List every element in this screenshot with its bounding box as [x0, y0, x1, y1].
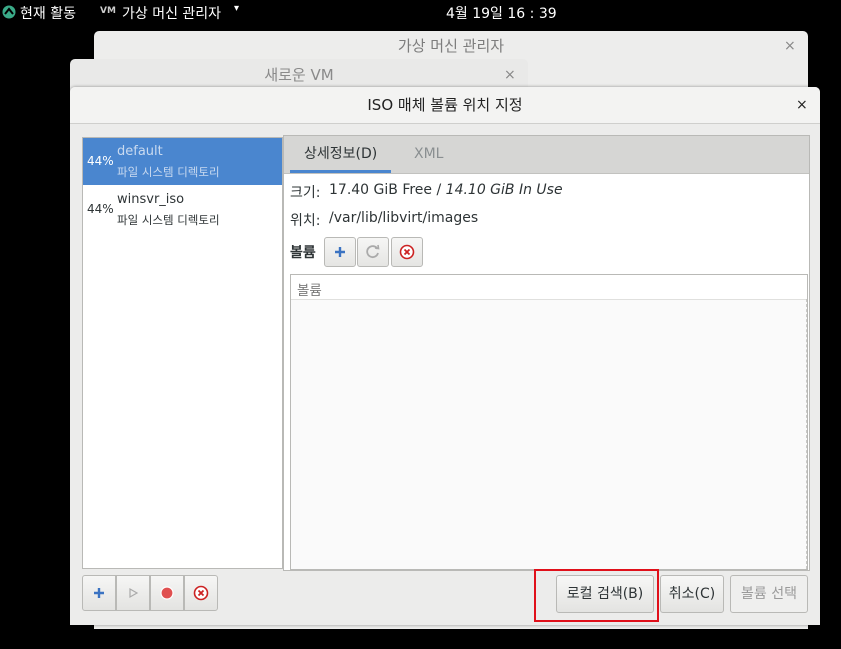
volume-column-label: 볼륨 — [297, 283, 322, 299]
table-edge — [806, 299, 807, 569]
location-value: /var/lib/libvirt/images — [329, 210, 479, 226]
pool-type: 파일 시스템 디렉토리 — [117, 165, 220, 179]
pool-item-default[interactable]: 44% default 파일 시스템 디렉토리 — [83, 138, 282, 185]
size-free: 17.40 GiB Free / — [329, 182, 446, 198]
tab-details[interactable]: 상세정보(D) — [290, 136, 392, 173]
plus-icon — [83, 576, 115, 610]
stop-pool-button[interactable] — [150, 575, 184, 611]
clock[interactable]: 4월 19일 16 : 39 — [446, 3, 557, 23]
volumes-label: 볼륨 — [290, 245, 316, 261]
dialog-title: ISO 매체 볼륨 위치 지정 — [70, 87, 820, 124]
iso-location-dialog: ISO 매체 볼륨 위치 지정 × 44% default 파일 시스템 디렉토… — [70, 87, 820, 625]
add-pool-button[interactable] — [82, 575, 116, 611]
size-in-use: 14.10 GiB In Use — [445, 182, 563, 198]
location-label: 위치: — [290, 213, 321, 229]
volume-column-header[interactable]: 볼륨 — [291, 275, 807, 300]
play-icon — [117, 576, 149, 610]
start-pool-button[interactable] — [116, 575, 150, 611]
details-content: 크기: 17.40 GiB Free / 14.10 GiB In Use 위치… — [284, 174, 809, 570]
refresh-icon — [358, 238, 388, 266]
stop-icon — [151, 576, 183, 610]
cancel-button[interactable]: 취소(C) — [660, 575, 724, 613]
tab-xml[interactable]: XML — [414, 136, 443, 173]
app-icon: VM — [100, 6, 116, 16]
pool-name: winsvr_iso — [117, 192, 185, 207]
dialog-close-icon[interactable]: × — [796, 87, 808, 123]
plus-icon — [325, 238, 355, 266]
storage-pool-list: 44% default 파일 시스템 디렉토리 44% winsvr_iso 파… — [82, 137, 283, 569]
pool-name: default — [117, 144, 163, 159]
pool-details-panel: 상세정보(D) XML 크기: 17.40 GiB Free / 14.10 G… — [283, 135, 810, 571]
refresh-volume-button[interactable] — [357, 237, 389, 267]
delete-icon — [392, 238, 422, 266]
pool-item-winsvr-iso[interactable]: 44% winsvr_iso 파일 시스템 디렉토리 — [83, 186, 282, 233]
tab-active-indicator — [290, 170, 392, 173]
highlight-box — [534, 569, 659, 622]
activities-button[interactable]: 현재 활동 — [20, 3, 76, 23]
delete-volume-button[interactable] — [391, 237, 423, 267]
pool-usage: 44% — [87, 154, 114, 168]
choose-volume-button[interactable]: 볼륨 선택 — [730, 575, 808, 613]
top-bar: 현재 활동 VM 가상 머신 관리자 ▾ 4월 19일 16 : 39 — [0, 0, 841, 24]
volume-table[interactable]: 볼륨 — [290, 274, 808, 570]
size-value: 17.40 GiB Free / 14.10 GiB In Use — [329, 182, 563, 198]
pool-type: 파일 시스템 디렉토리 — [117, 213, 220, 227]
new-vm-close-icon[interactable]: × — [504, 59, 516, 89]
main-window-title: 가상 머신 관리자 — [397, 37, 505, 55]
tab-xml-label: XML — [414, 146, 444, 162]
add-volume-button[interactable] — [324, 237, 356, 267]
new-vm-window-title: 새로운 VM — [264, 66, 334, 84]
os-logo-icon — [2, 5, 16, 19]
tab-details-label: 상세정보(D) — [304, 146, 378, 162]
delete-pool-button[interactable] — [184, 575, 218, 611]
app-menu-button[interactable]: 가상 머신 관리자 — [122, 3, 221, 23]
main-window-close-icon[interactable]: × — [784, 31, 796, 61]
chevron-down-icon[interactable]: ▾ — [234, 3, 239, 14]
delete-icon — [185, 576, 217, 610]
tab-bar: 상세정보(D) XML — [284, 136, 809, 174]
size-label: 크기: — [290, 185, 321, 201]
pool-usage: 44% — [87, 202, 114, 216]
